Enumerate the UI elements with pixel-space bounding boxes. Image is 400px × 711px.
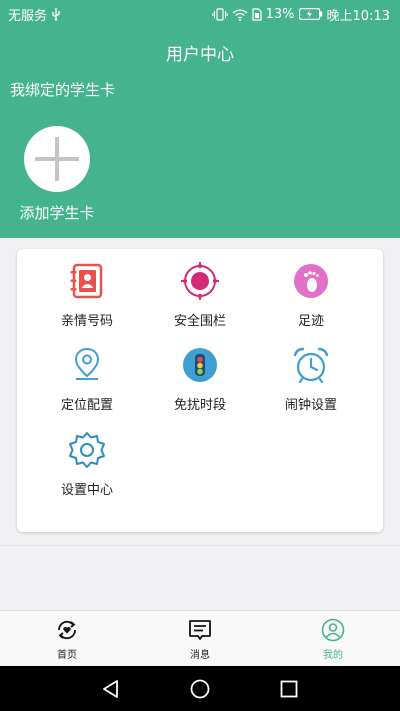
battery-percent: 13% <box>265 6 295 22</box>
grid-item-label: 设置中心 <box>60 483 113 498</box>
back-icon[interactable] <box>100 678 122 700</box>
usb-icon <box>51 7 61 21</box>
grid-item-do-not-disturb[interactable]: 免扰时段 <box>145 345 255 413</box>
grid-item-footprint[interactable]: 足迹 <box>256 261 366 329</box>
add-card-label: 添加学生卡 <box>19 204 95 222</box>
grid-item-location-config[interactable]: 定位配置 <box>32 345 142 413</box>
sim-icon <box>252 7 262 21</box>
grid-item-label: 定位配置 <box>60 398 113 413</box>
system-nav-bar <box>0 666 400 711</box>
gear-icon <box>67 430 107 470</box>
vibrate-icon <box>211 7 228 21</box>
alarm-clock-icon <box>291 345 331 385</box>
recents-icon[interactable] <box>278 678 300 700</box>
grid-item-label: 安全围栏 <box>173 314 226 329</box>
feature-panel: 亲情号码 安全围栏 足迹 定位配置 免扰时段 闹钟设置 设置中心 <box>17 249 383 532</box>
add-student-card-button[interactable]: 添加学生卡 <box>14 126 100 223</box>
location-pin-icon <box>67 345 107 385</box>
grid-item-label: 亲情号码 <box>60 314 113 329</box>
contacts-book-icon <box>67 261 107 301</box>
tab-label: 首页 <box>57 650 77 661</box>
tab-home[interactable]: 首页 <box>27 617 107 661</box>
clock-text: 晚上10:13 <box>326 8 390 24</box>
home-refresh-icon <box>54 617 80 643</box>
geofence-target-icon <box>180 261 220 301</box>
grid-item-family-numbers[interactable]: 亲情号码 <box>32 261 142 329</box>
tab-label: 我的 <box>323 650 343 661</box>
grid-item-safety-fence[interactable]: 安全围栏 <box>145 261 255 329</box>
traffic-light-icon <box>180 345 220 385</box>
grid-item-label: 闹钟设置 <box>284 398 337 413</box>
grid-item-label: 免扰时段 <box>173 398 226 413</box>
section-subtitle: 我绑定的学生卡 <box>10 81 116 99</box>
message-icon <box>187 617 213 643</box>
profile-icon <box>320 617 346 643</box>
grid-item-label: 足迹 <box>297 314 324 329</box>
bottom-tab-bar: 首页 消息 我的 <box>0 610 400 666</box>
tab-label: 消息 <box>190 650 210 661</box>
page-title: 用户中心 <box>166 45 234 65</box>
footprint-icon <box>291 261 331 301</box>
wifi-icon <box>232 8 248 21</box>
tab-messages[interactable]: 消息 <box>160 617 240 661</box>
grid-item-settings-center[interactable]: 设置中心 <box>32 430 142 498</box>
header: 无服务 13% 晚上10:13 用户中心 我绑定的学生卡 添加学生卡 <box>0 0 400 238</box>
tab-me[interactable]: 我的 <box>293 617 373 661</box>
battery-icon <box>298 8 323 20</box>
status-bar: 无服务 13% 晚上10:13 <box>0 0 400 28</box>
home-icon[interactable] <box>189 678 211 700</box>
add-circle[interactable] <box>24 126 90 192</box>
grid-item-alarm-settings[interactable]: 闹钟设置 <box>256 345 366 413</box>
carrier-text: 无服务 <box>8 8 48 24</box>
divider <box>0 545 400 546</box>
plus-icon <box>35 137 79 181</box>
